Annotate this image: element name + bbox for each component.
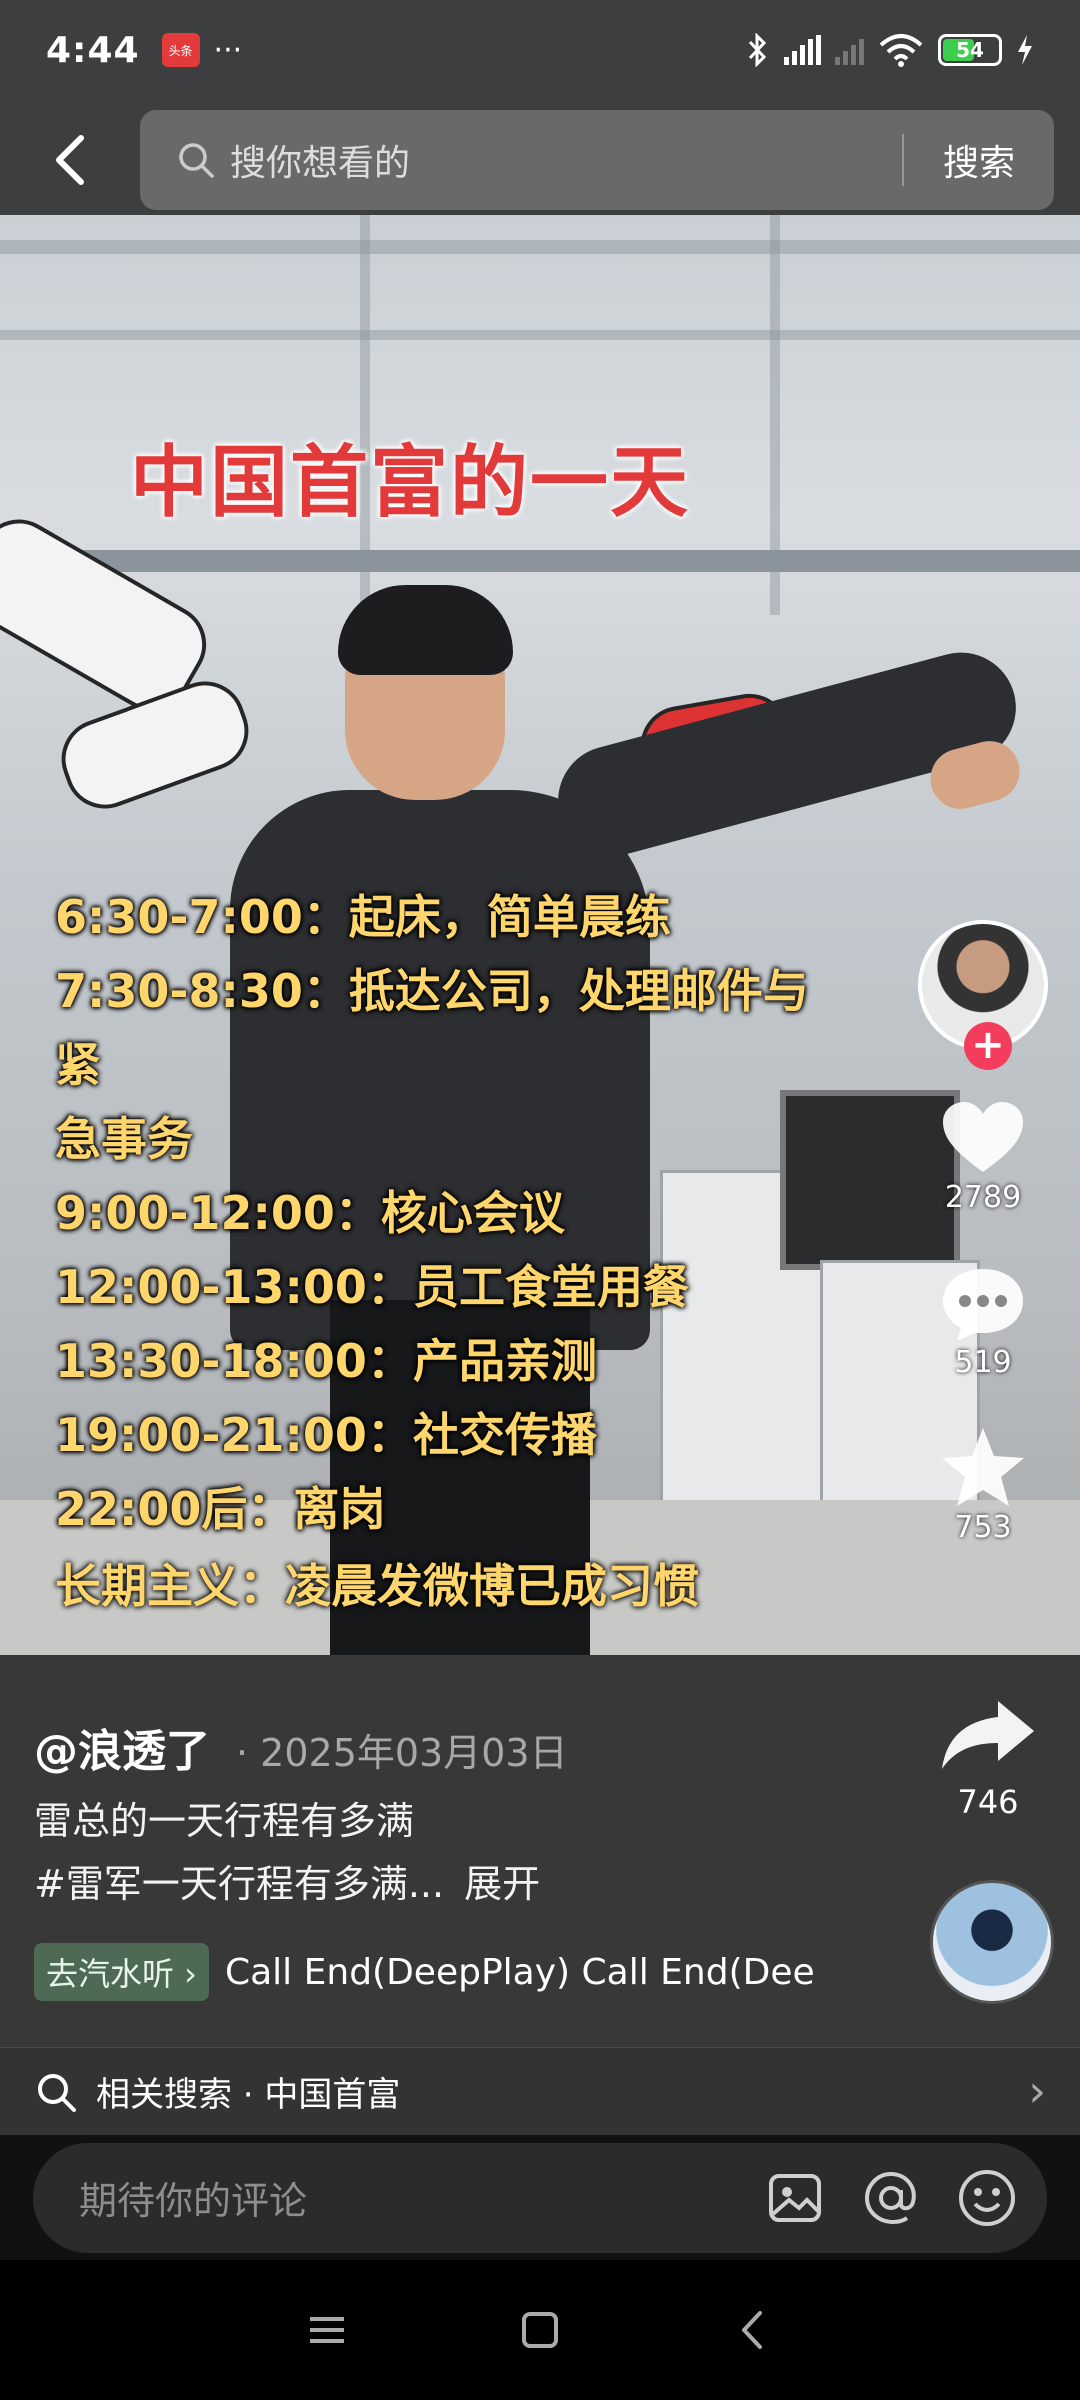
comment-input[interactable]: 期待你的评论 (33, 2142, 1047, 2253)
status-time: 4:44 (46, 29, 140, 71)
search-button[interactable]: 搜索 (904, 134, 1054, 186)
comment-button[interactable]: 519 (935, 1255, 1031, 1380)
like-button[interactable]: 2789 (935, 1090, 1031, 1215)
expand-button[interactable]: 展开 (464, 1862, 540, 1906)
ceiling-rail (0, 550, 1080, 572)
related-search-bar[interactable]: 相关搜索 · 中国首富 › (0, 2047, 1080, 2135)
schedule-line: 19:00-21:00：社交传播 (55, 1408, 597, 1462)
signal-icon (784, 35, 821, 65)
ceiling-beam (770, 215, 780, 615)
emoji-icon[interactable] (955, 2166, 1019, 2230)
person-hair (338, 585, 513, 675)
video-info-panel: @浪透了 · 2025年03月03日 雷总的一天行程有多满 #雷军一天行程有多满… (0, 1655, 1080, 2135)
search-icon (38, 2073, 76, 2112)
schedule-line: 9:00-12:00：核心会议 (55, 1186, 565, 1240)
video-overlay-title: 中国首富的一天 (130, 438, 691, 528)
search-bar[interactable]: 搜你想看的 搜索 (140, 110, 1054, 210)
back-icon[interactable] (728, 2305, 778, 2355)
share-button[interactable]: 746 (938, 1695, 1038, 1821)
more-notifications-icon: ··· (213, 32, 243, 68)
schedule-line: 13:30-18:00：产品亲测 (55, 1334, 597, 1388)
heart-icon (943, 1102, 1023, 1172)
video-description: 雷总的一天行程有多满 (34, 1799, 415, 1843)
chevron-right-icon: › (1028, 2066, 1046, 2117)
status-bar: 4:44 头条 ··· 54 (0, 0, 1080, 100)
schedule-line: 6:30-7:00：起床，简单晨练 (55, 890, 671, 944)
like-count: 2789 (944, 1180, 1022, 1215)
music-title[interactable]: Call End(DeepPlay) Call End(Dee (225, 1952, 815, 1993)
battery-icon: 54 (938, 34, 1002, 66)
comment-count: 519 (954, 1345, 1012, 1380)
menu-icon[interactable] (302, 2305, 352, 2355)
open-in-qishui-button[interactable]: 去汽水听 › (34, 1943, 209, 2001)
back-arrow-icon (56, 135, 84, 185)
news-app-icon: 头条 (161, 33, 200, 67)
signal-secondary-icon (835, 35, 864, 65)
follow-plus-icon[interactable]: + (964, 1022, 1012, 1070)
bluetooth-icon (748, 33, 767, 67)
share-arrow-icon (942, 1701, 1034, 1769)
author-line: @浪透了 · 2025年03月03日 (34, 1715, 568, 1779)
hashtag-link[interactable]: #雷军一天行程有多满... (34, 1862, 444, 1906)
video-hashtag-line: #雷军一天行程有多满... 展开 (34, 1853, 540, 1908)
related-search-text[interactable]: 相关搜索 · 中国首富 (96, 2067, 1028, 2116)
search-input[interactable]: 搜你想看的 (230, 134, 902, 186)
action-rail: + 2789 519 753 (908, 920, 1058, 1545)
mention-icon[interactable] (859, 2166, 923, 2230)
status-icons: 54 (746, 33, 1034, 67)
schedule-line: 12:00-13:00：员工食堂用餐 (55, 1260, 689, 1314)
star-icon (942, 1428, 1024, 1506)
search-icon (179, 143, 214, 178)
ceiling-beam (360, 215, 370, 615)
favorite-count: 753 (954, 1510, 1012, 1545)
share-count: 746 (957, 1783, 1019, 1821)
back-button[interactable] (0, 110, 140, 210)
comment-bar: 期待你的评论 (0, 2135, 1080, 2260)
battery-percentage: 54 (956, 38, 984, 62)
comment-bubble-icon (943, 1269, 1023, 1341)
schedule-line: 22:00后：离岗 (55, 1482, 386, 1536)
search-header: 搜你想看的 搜索 (0, 110, 1080, 210)
charging-icon (1018, 35, 1032, 65)
comment-placeholder[interactable]: 期待你的评论 (79, 2170, 731, 2225)
system-navigation-bar (0, 2260, 1080, 2400)
schedule-line: 急事务 (55, 1112, 193, 1166)
music-disc-avatar[interactable] (930, 1880, 1054, 2004)
image-icon[interactable] (763, 2166, 827, 2230)
ceiling-truss (0, 330, 1080, 340)
author-name[interactable]: @浪透了 (34, 1715, 210, 1779)
schedule-footer: 长期主义：凌晨发微博已成习惯 (55, 1559, 699, 1613)
publish-date: · 2025年03月03日 (236, 1731, 568, 1775)
creator-avatar[interactable]: + (918, 920, 1048, 1070)
favorite-button[interactable]: 753 (935, 1420, 1031, 1545)
schedule-overlay: 6:30-7:00：起床，简单晨练 7:30-8:30：抵达公司，处理邮件与紧 … (55, 880, 835, 1546)
schedule-line: 7:30-8:30：抵达公司，处理邮件与紧 (55, 964, 809, 1092)
wifi-icon (879, 34, 923, 67)
ceiling-truss (0, 240, 1080, 254)
music-row[interactable]: 去汽水听 › Call End(DeepPlay) Call End(Dee (34, 1943, 834, 2001)
home-icon[interactable] (515, 2305, 565, 2355)
